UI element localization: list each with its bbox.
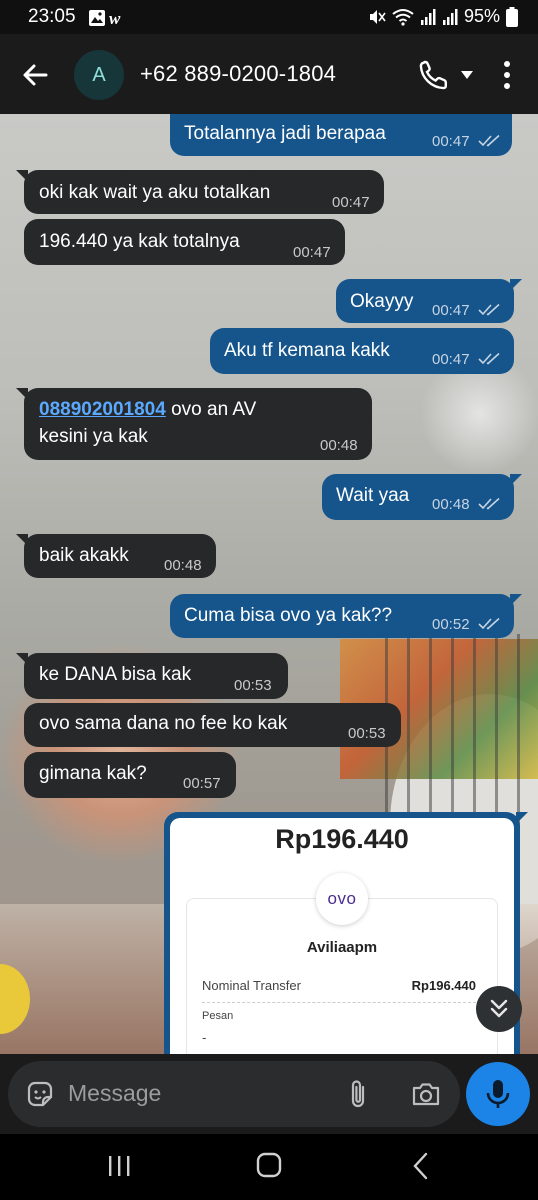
more-vert-icon[interactable] [500,59,514,91]
contact-title[interactable]: +62 889-0200-1804 [140,61,336,87]
mute-icon [369,9,386,24]
message-bubble[interactable]: Wait yaa 00:48 [322,474,522,520]
camera-icon[interactable] [410,1079,442,1109]
battery-percent: 95% [463,6,500,26]
battery-icon [506,6,518,27]
phone-number-link[interactable]: 088902001804 [39,399,166,420]
signal-icon [420,8,436,25]
message-time: 00:57 [183,775,221,792]
message-bubble[interactable]: gimana kak? 00:57 [24,752,236,798]
mic-icon [486,1080,510,1108]
emoji-sticker-icon[interactable] [26,1080,54,1108]
message-time: 00:47 [293,244,331,261]
home-icon[interactable] [256,1152,282,1178]
receipt-image: Rp196.440 ovo Aviliaapm Nominal Transfer… [170,818,514,1058]
divider [202,1002,476,1003]
avatar[interactable]: A [74,50,124,100]
message-text: Wait yaa [336,485,410,506]
compose-bar: Message [0,1054,538,1134]
w-app-icon: w [109,9,121,28]
message-input[interactable]: Message [8,1061,460,1127]
message-text: Totalannya jadi berapaa [184,123,386,144]
message-placeholder: Message [68,1080,162,1106]
read-receipt-icon [478,498,500,510]
message-text: baik akakk [39,545,129,566]
receipt-pesan-value: - [202,1030,207,1045]
back-arrow-icon[interactable] [20,60,50,90]
message-time: 00:48 [320,437,358,454]
receipt-pesan-label: Pesan [202,1010,234,1022]
receipt-amount: Rp196.440 [275,824,409,854]
status-bar: 23:05 w 95% [0,0,538,34]
read-receipt-icon [478,618,500,630]
message-text-part: ovo an AV [165,399,257,420]
message-bubble[interactable]: Cuma bisa ovo ya kak?? 00:52 [170,594,522,638]
ovo-logo: ovo [316,873,368,925]
voice-record-button[interactable] [466,1062,530,1126]
message-text: Aku tf kemana kakk [224,340,390,361]
message-text: Okayyy [350,291,414,312]
wifi-icon [392,8,414,26]
message-text: 196.440 ya kak totalnya [39,231,240,252]
message-time: 00:47 [432,133,470,150]
gallery-icon [89,10,105,26]
notification-icons: w [89,9,121,28]
receipt-nominal-label: Nominal Transfer [202,978,301,993]
message-text: ovo sama dana no fee ko kak [39,713,288,734]
message-bubble[interactable]: 088902001804 ovo an AV kesini ya kak 00:… [16,388,372,460]
message-time: 00:47 [332,194,370,211]
signal-icon [442,8,458,25]
double-chevron-down-icon [490,999,508,1018]
phone-icon[interactable] [418,59,450,91]
message-bubble[interactable]: oki kak wait ya aku totalkan 00:47 [16,170,384,214]
message-time: 00:48 [432,496,470,513]
read-receipt-icon [478,304,500,316]
back-icon[interactable] [410,1152,432,1180]
message-time: 00:47 [432,302,470,319]
message-text: oki kak wait ya aku totalkan [39,182,271,203]
svg-text:w: w [109,9,121,28]
message-text: Cuma bisa ovo ya kak?? [184,605,393,626]
read-receipt-icon [478,353,500,365]
message-time: 00:47 [432,351,470,368]
message-time: 00:52 [432,616,470,633]
message-text: ke DANA bisa kak [39,664,192,685]
conversation-header: A +62 889-0200-1804 [0,34,538,114]
system-nav-bar [0,1134,538,1200]
message-bubble[interactable]: 196.440 ya kak totalnya 00:47 [24,219,345,265]
message-bubble[interactable]: ovo sama dana no fee ko kak 00:53 [24,703,401,747]
message-time: 00:48 [164,557,202,574]
image-message[interactable]: Rp196.440 ovo Aviliaapm Nominal Transfer… [164,812,528,1058]
message-bubble[interactable]: Okayyy 00:47 [336,279,522,323]
status-right: 95% [368,6,518,27]
message-bubble[interactable]: ke DANA bisa kak 00:53 [16,653,288,699]
scroll-to-bottom-button[interactable] [476,986,522,1032]
message-bubble[interactable]: baik akakk 00:48 [16,534,216,578]
message-text: 088902001804 ovo an AV [39,399,256,421]
wallpaper-detail [385,634,535,834]
message-time: 00:53 [348,725,386,742]
status-time: 23:05 [28,6,76,27]
recent-apps-icon[interactable] [106,1154,132,1178]
receipt-nominal-value: Rp196.440 [411,978,476,993]
message-text-line2: kesini ya kak [39,426,148,447]
receipt-recipient: Aviliaapm [306,939,378,956]
message-text: gimana kak? [39,763,147,784]
read-receipt-icon [478,135,500,147]
attach-icon[interactable] [346,1078,370,1110]
dropdown-icon[interactable] [460,70,474,80]
message-time: 00:53 [234,677,272,694]
message-bubble[interactable]: Aku tf kemana kakk 00:47 [210,328,514,374]
message-bubble[interactable]: Totalannya jadi berapaa 00:47 [170,114,512,156]
